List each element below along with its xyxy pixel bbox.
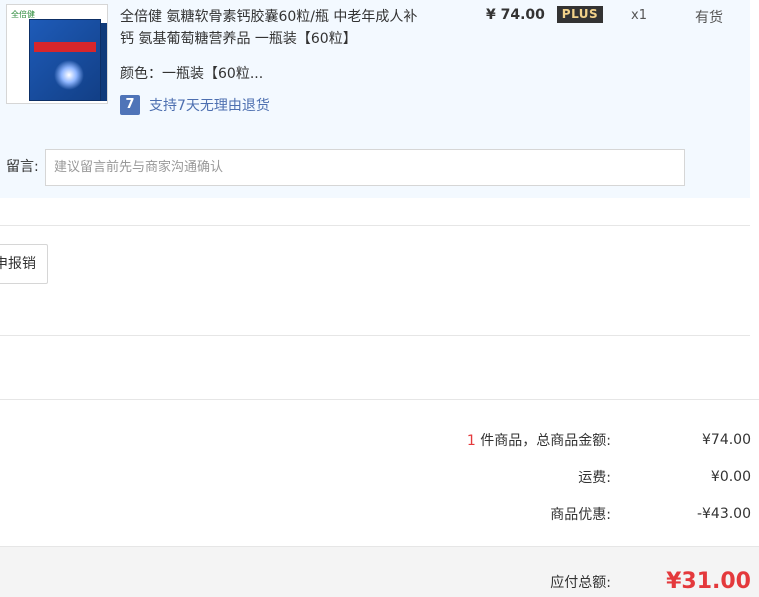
items-total-label: 1 件商品，总商品金额: <box>311 430 611 450</box>
discount-label: 商品优惠: <box>550 507 611 523</box>
grand-total-label: 应付总额: <box>550 574 611 591</box>
shipping-amount: ¥0.00 <box>710 469 751 485</box>
color-option: 颜色：一瓶装【60粒... <box>120 63 263 83</box>
items-total-row: 1 件商品，总商品金额: ¥74.00 <box>311 430 751 450</box>
divider <box>0 225 750 226</box>
shipping-label: 运费: <box>578 470 611 486</box>
return-policy[interactable]: 7 支持7天无理由退货 <box>120 95 270 115</box>
grand-total-amount: ¥31.00 <box>666 569 751 594</box>
product-panel: 全倍健 全倍健 氨糖软骨素钙胶囊60粒/瓶 中老年成人补钙 氨基葡萄糖营养品 一… <box>0 0 750 198</box>
item-count: 1 <box>466 433 476 449</box>
items-total-amount: ¥74.00 <box>702 432 751 448</box>
reimbursement-button[interactable]: 申报销 <box>0 244 48 284</box>
product-thumbnail[interactable]: 全倍健 <box>6 4 108 104</box>
divider <box>0 399 759 400</box>
product-box-band <box>34 42 96 52</box>
color-label: 颜色： <box>120 66 162 82</box>
items-label-text: 件商品，总商品金额: <box>475 433 611 449</box>
product-quantity: x1 <box>631 8 647 23</box>
plus-badge: PLUS <box>557 6 603 23</box>
grand-total-row: 应付总额: ¥31.00 <box>311 569 751 594</box>
return-policy-label[interactable]: 支持7天无理由退货 <box>149 95 270 115</box>
seven-day-return-icon: 7 <box>120 95 140 115</box>
discount-amount: -¥43.00 <box>696 506 751 522</box>
stock-status: 有货 <box>695 10 723 26</box>
product-price: ¥ 74.00 <box>486 7 545 23</box>
color-value: 一瓶装【60粒... <box>162 66 264 82</box>
divider <box>0 335 750 336</box>
memo-label: 留言: <box>6 159 39 175</box>
product-box-glow <box>54 60 84 90</box>
discount-row: 商品优惠: -¥43.00 <box>311 504 751 524</box>
product-box-image <box>29 19 101 101</box>
product-box-side <box>101 23 107 101</box>
product-title[interactable]: 全倍健 氨糖软骨素钙胶囊60粒/瓶 中老年成人补钙 氨基葡萄糖营养品 一瓶装【6… <box>120 6 420 50</box>
shipping-row: 运费: ¥0.00 <box>311 467 751 487</box>
memo-input[interactable] <box>45 149 685 186</box>
